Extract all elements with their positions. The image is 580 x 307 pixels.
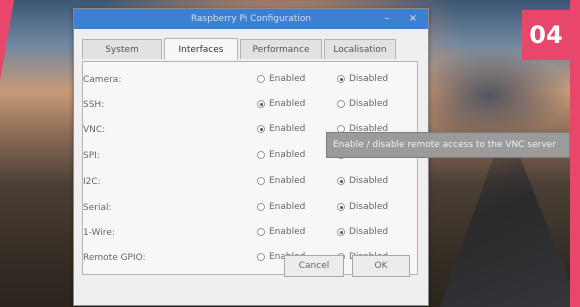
radio-circle-icon bbox=[337, 228, 345, 236]
radio-circle-icon bbox=[257, 177, 265, 185]
radio-label: Disabled bbox=[349, 99, 389, 109]
serial-enabled-radio[interactable]: Enabled bbox=[257, 202, 305, 212]
radio-circle-icon bbox=[257, 75, 265, 83]
dialog-titlebar[interactable]: Raspberry Pi Configuration – × bbox=[74, 9, 428, 29]
radio-label: Enabled bbox=[269, 227, 306, 237]
radio-label: Enabled bbox=[269, 124, 306, 134]
tab-system[interactable]: System bbox=[82, 39, 162, 59]
one-wire-enabled-radio[interactable]: Enabled bbox=[257, 227, 305, 237]
radio-label: Enabled bbox=[269, 176, 306, 186]
radio-circle-icon bbox=[337, 203, 345, 211]
radio-circle-icon bbox=[257, 253, 265, 261]
row-label: Camera: bbox=[83, 75, 122, 85]
radio-label: Enabled bbox=[269, 99, 306, 109]
row-camera: Camera: Enabled Disabled bbox=[83, 70, 417, 94]
row-serial: Serial: Enabled Disabled bbox=[83, 198, 417, 222]
vnc-enabled-radio[interactable]: Enabled bbox=[257, 124, 305, 134]
step-number-badge: 04 bbox=[522, 10, 570, 60]
one-wire-disabled-radio[interactable]: Disabled bbox=[337, 227, 388, 237]
vnc-tooltip: Enable / disable remote access to the VN… bbox=[326, 132, 570, 158]
minimize-icon[interactable]: – bbox=[380, 12, 394, 26]
row-ssh: SSH: Enabled Disabled bbox=[83, 95, 417, 119]
tab-bar: System Interfaces Performance Localisati… bbox=[82, 38, 398, 61]
row-label: I2C: bbox=[83, 177, 101, 187]
row-one-wire: 1-Wire: Enabled Disabled bbox=[83, 223, 417, 247]
ssh-disabled-radio[interactable]: Disabled bbox=[337, 99, 388, 109]
radio-circle-icon bbox=[337, 100, 345, 108]
wallpaper-clouds bbox=[410, 50, 570, 140]
row-label: Remote GPIO: bbox=[83, 253, 146, 263]
tab-interfaces[interactable]: Interfaces bbox=[164, 38, 238, 60]
radio-label: Enabled bbox=[269, 202, 306, 212]
camera-disabled-radio[interactable]: Disabled bbox=[337, 74, 388, 84]
radio-circle-icon bbox=[337, 177, 345, 185]
tab-performance[interactable]: Performance bbox=[240, 39, 322, 59]
accent-strip bbox=[570, 0, 580, 307]
radio-label: Enabled bbox=[269, 150, 306, 160]
close-icon[interactable]: × bbox=[406, 12, 420, 26]
radio-circle-icon bbox=[257, 125, 265, 133]
ok-button[interactable]: OK bbox=[352, 255, 410, 277]
row-i2c: I2C: Enabled Disabled bbox=[83, 172, 417, 196]
radio-label: Disabled bbox=[349, 74, 389, 84]
radio-label: Enabled bbox=[269, 74, 306, 84]
serial-disabled-radio[interactable]: Disabled bbox=[337, 202, 388, 212]
row-label: 1-Wire: bbox=[83, 228, 115, 238]
radio-circle-icon bbox=[257, 100, 265, 108]
radio-circle-icon bbox=[337, 75, 345, 83]
radio-circle-icon bbox=[257, 228, 265, 236]
radio-label: Disabled bbox=[349, 227, 389, 237]
camera-enabled-radio[interactable]: Enabled bbox=[257, 74, 305, 84]
radio-label: Disabled bbox=[349, 176, 389, 186]
spi-enabled-radio[interactable]: Enabled bbox=[257, 150, 305, 160]
corner-fold bbox=[0, 0, 14, 80]
ssh-enabled-radio[interactable]: Enabled bbox=[257, 99, 305, 109]
row-label: SPI: bbox=[83, 151, 100, 161]
row-label: Serial: bbox=[83, 203, 112, 213]
row-label: SSH: bbox=[83, 100, 105, 110]
i2c-disabled-radio[interactable]: Disabled bbox=[337, 176, 388, 186]
i2c-enabled-radio[interactable]: Enabled bbox=[257, 176, 305, 186]
dialog-title: Raspberry Pi Configuration bbox=[190, 14, 312, 24]
interfaces-panel: Camera: Enabled Disabled SSH: Enabled Di… bbox=[82, 61, 418, 275]
radio-label: Disabled bbox=[349, 202, 389, 212]
radio-circle-icon bbox=[257, 203, 265, 211]
cancel-button[interactable]: Cancel bbox=[284, 255, 344, 277]
row-label: VNC: bbox=[83, 125, 106, 135]
tab-localisation[interactable]: Localisation bbox=[324, 39, 396, 59]
radio-circle-icon bbox=[257, 151, 265, 159]
